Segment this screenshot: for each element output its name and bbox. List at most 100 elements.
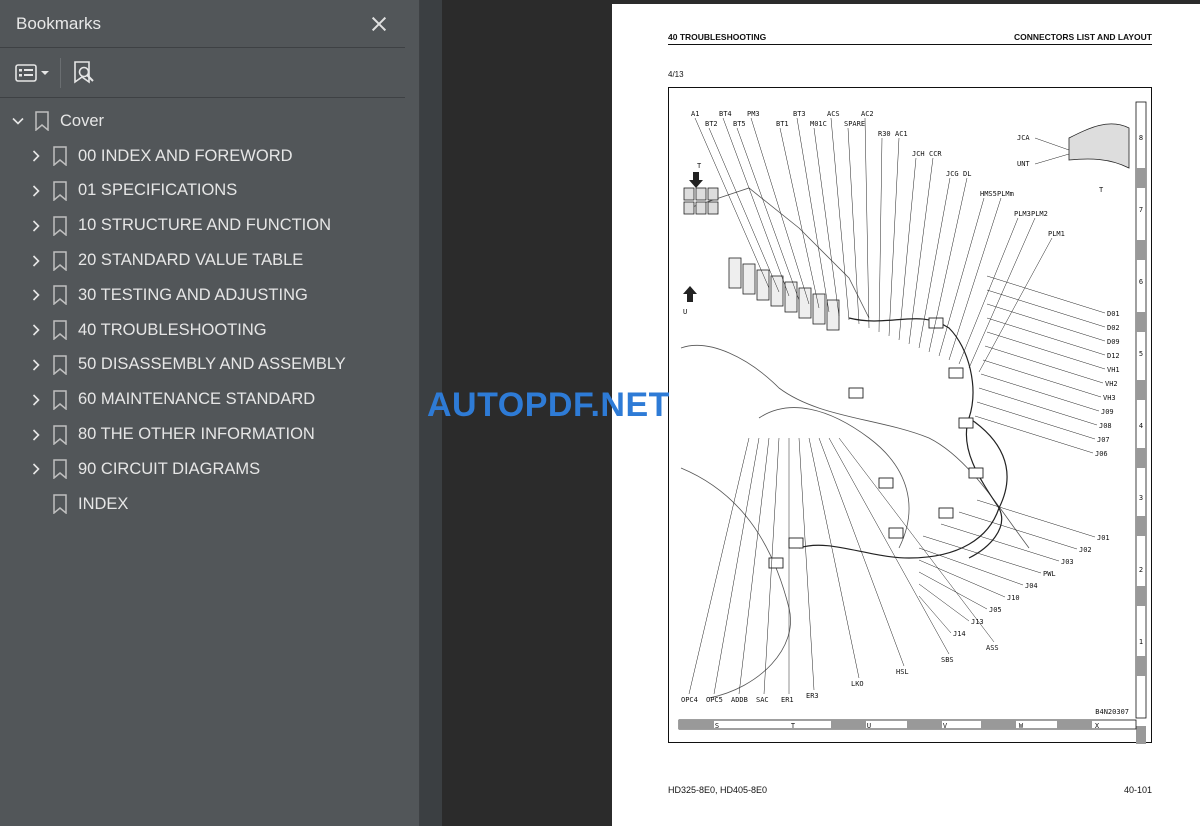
chevron-right-icon[interactable] [28, 357, 44, 373]
connector-label: UNT [1017, 160, 1030, 168]
leader-line [918, 583, 970, 622]
chevron-right-icon[interactable] [28, 287, 44, 303]
connector-label: ASS [986, 644, 999, 652]
grid-row-label: 6 [1139, 278, 1143, 286]
grid-row-label: 1 [1139, 638, 1143, 646]
leader-line [808, 437, 860, 679]
toolbar-divider [60, 57, 61, 88]
bookmark-item[interactable]: 60 MAINTENANCE STANDARD [0, 382, 419, 417]
bookmark-item[interactable]: 20 STANDARD VALUE TABLE [0, 243, 419, 278]
fuse [683, 201, 695, 215]
bookmark-item[interactable]: 40 TROUBLESHOOTING [0, 313, 419, 348]
grid-row-hatch [1136, 168, 1146, 188]
connector-label: AC2 [861, 110, 874, 118]
chevron-right-icon[interactable] [28, 148, 44, 164]
chevron-right-icon[interactable] [28, 218, 44, 234]
bookmark-icon [53, 459, 67, 480]
bookmarks-header: Bookmarks [0, 0, 405, 48]
fuse [683, 187, 695, 201]
bookmarks-panel: Bookmarks Cover 00 INDEX AND FOREWORD 01… [0, 0, 420, 826]
bookmark-item[interactable]: 90 CIRCUIT DIAGRAMS [0, 452, 419, 487]
leader-line [938, 197, 985, 357]
chevron-right-icon[interactable] [28, 183, 44, 199]
connector-label: OPC4 [681, 696, 698, 704]
bookmark-icon [53, 424, 67, 445]
bookmark-item[interactable]: 30 TESTING AND ADJUSTING [0, 278, 419, 313]
close-icon[interactable] [369, 14, 389, 34]
chevron-right-icon[interactable] [28, 427, 44, 443]
connector-label: J06 [1095, 450, 1108, 458]
relay [798, 287, 812, 319]
grid-row-label: 4 [1139, 422, 1143, 430]
connector-label: BT5 [733, 120, 746, 128]
relay [770, 275, 784, 307]
arrow-icon [689, 172, 703, 188]
bookmark-label: 20 STANDARD VALUE TABLE [78, 251, 304, 270]
grid-row-label: 2 [1139, 566, 1143, 574]
bookmark-label: 90 CIRCUIT DIAGRAMS [78, 459, 261, 478]
connector-label: J03 [1061, 558, 1074, 566]
connector-label: J04 [1025, 582, 1038, 590]
leader-line [982, 359, 1102, 398]
bookmark-label: 00 INDEX AND FOREWORD [78, 146, 293, 165]
leader-line [798, 437, 815, 691]
bookmark-icon [53, 285, 67, 306]
leader-line [918, 571, 988, 610]
bookmark-icon [53, 181, 67, 201]
connector-label: J02 [1079, 546, 1092, 554]
chevron-right-icon[interactable] [28, 322, 44, 338]
connector-label: PLM2 [1031, 210, 1048, 218]
leader-line [898, 157, 917, 341]
connector-label: SBS [941, 656, 954, 664]
chevron-down-icon[interactable] [10, 113, 26, 129]
connector [888, 527, 904, 539]
grid-row-hatch [1136, 448, 1146, 468]
connector-label: LKO [851, 680, 864, 688]
chevron-right-icon[interactable] [28, 461, 44, 477]
watermark: AUTOPDF.NET [427, 386, 670, 424]
connector-label: DL [963, 170, 971, 178]
find-bookmark-button[interactable] [71, 57, 97, 89]
leader-line [986, 275, 1106, 314]
bookmark-label: INDEX [78, 494, 129, 513]
bookmark-label: 80 THE OTHER INFORMATION [78, 425, 315, 444]
page-header-title: CONNECTORS LIST AND LAYOUT [1013, 32, 1152, 42]
grid-row-label: 7 [1139, 206, 1143, 214]
leader-line [980, 373, 1100, 412]
pdf-page: 40 TROUBLESHOOTING CONNECTORS LIST AND L… [612, 4, 1200, 826]
bookmark-item[interactable]: 80 THE OTHER INFORMATION [0, 417, 419, 452]
bookmark-label: 50 DISASSEMBLY AND ASSEMBLY [78, 355, 346, 374]
connector-label: M01C [810, 120, 827, 128]
connector-label: J05 [989, 606, 1002, 614]
bookmark-item[interactable]: Cover [0, 104, 419, 139]
page-number: 40-101 [1123, 785, 1152, 795]
connector-label: ACS [827, 110, 840, 118]
connector-label: J14 [953, 630, 966, 638]
bookmark-item[interactable]: 01 SPECIFICATIONS [0, 174, 419, 209]
bookmark-item[interactable]: INDEX [0, 487, 419, 522]
grid-col-label: U [867, 722, 871, 730]
connector-label: BT2 [705, 120, 718, 128]
bookmark-label: 60 MAINTENANCE STANDARD [78, 390, 316, 409]
connector [958, 417, 974, 429]
cab-outline [680, 467, 791, 699]
connector-label: JCG [946, 170, 959, 178]
bookmark-item[interactable]: 00 INDEX AND FOREWORD [0, 139, 419, 174]
leader-line [986, 303, 1106, 342]
connector-label: PM3 [747, 110, 760, 118]
connector-label: D02 [1107, 324, 1120, 332]
bookmark-item[interactable]: 10 STRUCTURE AND FUNCTION [0, 208, 419, 243]
chevron-right-icon[interactable] [28, 392, 44, 408]
bookmark-label: Cover [60, 111, 105, 130]
bookmark-icon [53, 250, 67, 271]
bookmark-options-button[interactable] [14, 57, 50, 89]
leader-line [928, 177, 968, 353]
leader-line [830, 117, 850, 321]
connector-label: J01 [1097, 534, 1110, 542]
connector-label: BT4 [719, 110, 732, 118]
chevron-right-icon[interactable] [28, 253, 44, 269]
fuse [707, 201, 719, 215]
leader-line [986, 317, 1106, 356]
bookmark-item[interactable]: 50 DISASSEMBLY AND ASSEMBLY [0, 348, 419, 383]
relay [742, 263, 756, 295]
